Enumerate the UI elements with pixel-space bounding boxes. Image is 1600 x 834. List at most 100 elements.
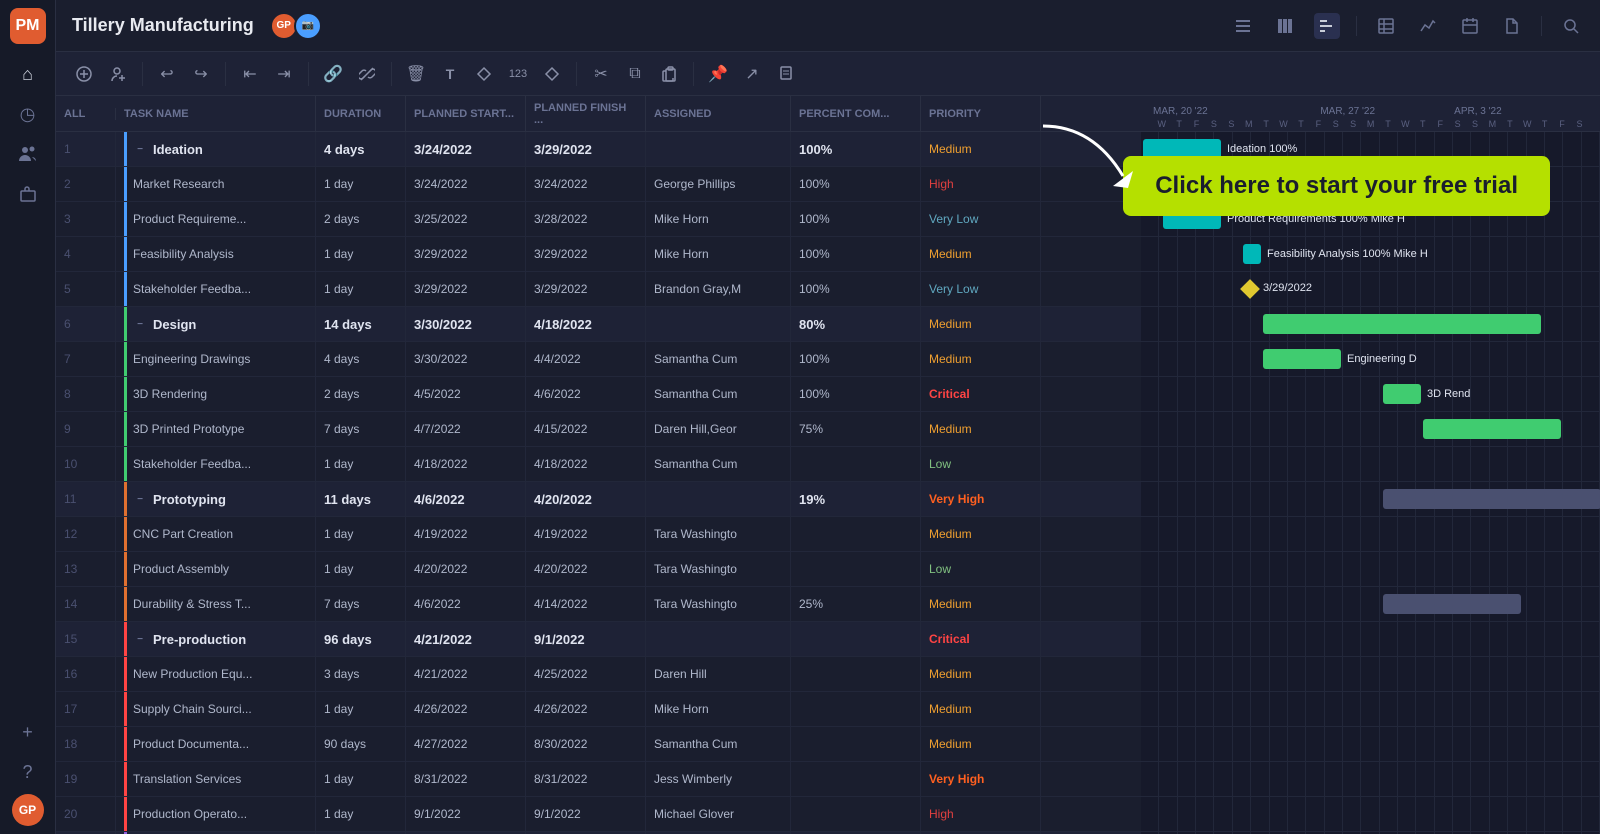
number-button[interactable]: 123 xyxy=(502,58,534,90)
columns-view-icon[interactable] xyxy=(1272,13,1298,39)
col-header-assigned[interactable]: ASSIGNED xyxy=(646,96,791,131)
fill-button[interactable] xyxy=(468,58,500,90)
gantt-view-icon[interactable] xyxy=(1314,13,1340,39)
table-row[interactable]: 15−Pre-production96 days4/21/20229/1/202… xyxy=(56,622,1141,657)
row-percent: 100% xyxy=(791,272,921,306)
row-duration: 1 day xyxy=(316,517,406,551)
gantt-bar[interactable]: 3D Rend xyxy=(1383,384,1421,404)
link-button[interactable]: 🔗 xyxy=(317,58,349,90)
col-header-pstart[interactable]: PLANNED START... xyxy=(406,96,526,131)
sidebar-item-home[interactable]: ⌂ xyxy=(10,56,46,92)
chart-view-icon[interactable] xyxy=(1415,13,1441,39)
row-priority: Very Low xyxy=(921,202,1041,236)
calendar-view-icon[interactable] xyxy=(1457,13,1483,39)
row-percent xyxy=(791,692,921,726)
shape-button[interactable] xyxy=(536,58,568,90)
row-assigned: Mike Horn xyxy=(646,237,791,271)
arrow-button[interactable]: ↗ xyxy=(736,58,768,90)
row-pfinish: 8/30/2022 xyxy=(526,727,646,761)
table-row[interactable]: 16New Production Equ...3 days4/21/20224/… xyxy=(56,657,1141,692)
gantt-bar[interactable] xyxy=(1383,594,1521,614)
table-row[interactable]: 93D Printed Prototype7 days4/7/20224/15/… xyxy=(56,412,1141,447)
sidebar-item-add[interactable]: + xyxy=(10,714,46,750)
table-view-icon[interactable] xyxy=(1373,13,1399,39)
search-icon[interactable] xyxy=(1558,13,1584,39)
row-taskname: Engineering Drawings xyxy=(116,342,316,376)
table-row[interactable]: 5Stakeholder Feedba...1 day3/29/20223/29… xyxy=(56,272,1141,307)
text-button[interactable]: T xyxy=(434,58,466,90)
col-header-duration[interactable]: DURATION xyxy=(316,96,406,131)
col-header-all[interactable]: ALL xyxy=(56,108,116,120)
table-row[interactable]: 4Feasibility Analysis1 day3/29/20223/29/… xyxy=(56,237,1141,272)
add-user-button[interactable] xyxy=(102,58,134,90)
gantt-row xyxy=(1141,797,1600,832)
unlink-button[interactable] xyxy=(351,58,383,90)
row-priority: Medium xyxy=(921,692,1041,726)
collapse-icon[interactable]: − xyxy=(133,492,147,506)
col-header-taskname[interactable]: TASK NAME xyxy=(116,96,316,131)
add-task-button[interactable] xyxy=(68,58,100,90)
row-priority: Critical xyxy=(921,377,1041,411)
table-row[interactable]: 83D Rendering2 days4/5/20224/6/2022Saman… xyxy=(56,377,1141,412)
table-row[interactable]: 7Engineering Drawings4 days3/30/20224/4/… xyxy=(56,342,1141,377)
table-row[interactable]: 13Product Assembly1 day4/20/20224/20/202… xyxy=(56,552,1141,587)
copy-button[interactable]: ⧉ xyxy=(619,58,651,90)
row-taskname: CNC Part Creation xyxy=(116,517,316,551)
row-number: 4 xyxy=(56,237,116,271)
cut-button[interactable]: ✂ xyxy=(585,58,617,90)
gantt-bar-label: Engineering D xyxy=(1347,353,1417,365)
col-header-percent[interactable]: PERCENT COM... xyxy=(791,96,921,131)
table-row[interactable]: 3Product Requireme...2 days3/25/20223/28… xyxy=(56,202,1141,237)
main-content: Tillery Manufacturing GP 📷 xyxy=(56,0,1600,834)
row-taskname: New Production Equ... xyxy=(116,657,316,691)
cta-button[interactable]: Click here to start your free trial xyxy=(1123,156,1550,216)
col-header-pfinish[interactable]: PLANNED FINISH ... xyxy=(526,96,646,131)
more-button[interactable] xyxy=(770,58,802,90)
table-row[interactable]: 12CNC Part Creation1 day4/19/20224/19/20… xyxy=(56,517,1141,552)
row-percent: 100% xyxy=(791,342,921,376)
redo-button[interactable]: ↪ xyxy=(185,58,217,90)
table-row[interactable]: 11−Prototyping11 days4/6/20224/20/202219… xyxy=(56,482,1141,517)
table-row[interactable]: 1−Ideation4 days3/24/20223/29/2022100%Me… xyxy=(56,132,1141,167)
gantt-bar[interactable] xyxy=(1263,314,1541,334)
row-percent xyxy=(791,552,921,586)
indent-right-button[interactable]: ⇥ xyxy=(268,58,300,90)
collapse-icon[interactable]: − xyxy=(133,317,147,331)
table-row[interactable]: 18Product Documenta...90 days4/27/20228/… xyxy=(56,727,1141,762)
list-view-icon[interactable] xyxy=(1230,13,1256,39)
sidebar-item-briefcase[interactable] xyxy=(10,176,46,212)
sidebar-item-people[interactable] xyxy=(10,136,46,172)
table-row[interactable]: 20Production Operato...1 day9/1/20229/1/… xyxy=(56,797,1141,832)
sidebar-item-clock[interactable]: ◷ xyxy=(10,96,46,132)
sidebar-item-help[interactable]: ? xyxy=(10,754,46,790)
gantt-bar[interactable] xyxy=(1383,489,1600,509)
gantt-row: 3/29/2022 xyxy=(1141,272,1600,307)
table-row[interactable]: 14Durability & Stress T...7 days4/6/2022… xyxy=(56,587,1141,622)
delete-button[interactable]: 🗑 xyxy=(400,58,432,90)
row-pfinish: 4/25/2022 xyxy=(526,657,646,691)
indent-left-button[interactable]: ⇤ xyxy=(234,58,266,90)
pin-button[interactable]: 📌 xyxy=(702,58,734,90)
content-area: ALL TASK NAME DURATION PLANNED START... … xyxy=(56,96,1600,834)
table-row[interactable]: 17Supply Chain Sourci...1 day4/26/20224/… xyxy=(56,692,1141,727)
gantt-row: 3D Rend xyxy=(1141,377,1600,412)
col-header-priority[interactable]: PRIORITY xyxy=(921,96,1041,131)
table-row[interactable]: 2Market Research1 day3/24/20223/24/2022G… xyxy=(56,167,1141,202)
undo-button[interactable]: ↩ xyxy=(151,58,183,90)
table-row[interactable]: 10Stakeholder Feedba...1 day4/18/20224/1… xyxy=(56,447,1141,482)
user-avatar-sidebar[interactable]: GP xyxy=(12,794,44,826)
avatar-user2[interactable]: 📷 xyxy=(294,12,322,40)
gantt-bar[interactable] xyxy=(1423,419,1561,439)
table-row[interactable]: 19Translation Services1 day8/31/20228/31… xyxy=(56,762,1141,797)
paste-button[interactable] xyxy=(653,58,685,90)
gantt-row xyxy=(1141,552,1600,587)
collapse-icon[interactable]: − xyxy=(133,142,147,156)
app-logo[interactable]: PM xyxy=(10,8,46,44)
table-row[interactable]: 6−Design14 days3/30/20224/18/202280%Medi… xyxy=(56,307,1141,342)
row-percent xyxy=(791,657,921,691)
gantt-bar[interactable]: Feasibility Analysis 100% Mike H xyxy=(1243,244,1261,264)
file-view-icon[interactable] xyxy=(1499,13,1525,39)
row-duration: 4 days xyxy=(316,132,406,166)
gantt-bar[interactable]: Engineering D xyxy=(1263,349,1341,369)
collapse-icon[interactable]: − xyxy=(133,632,147,646)
